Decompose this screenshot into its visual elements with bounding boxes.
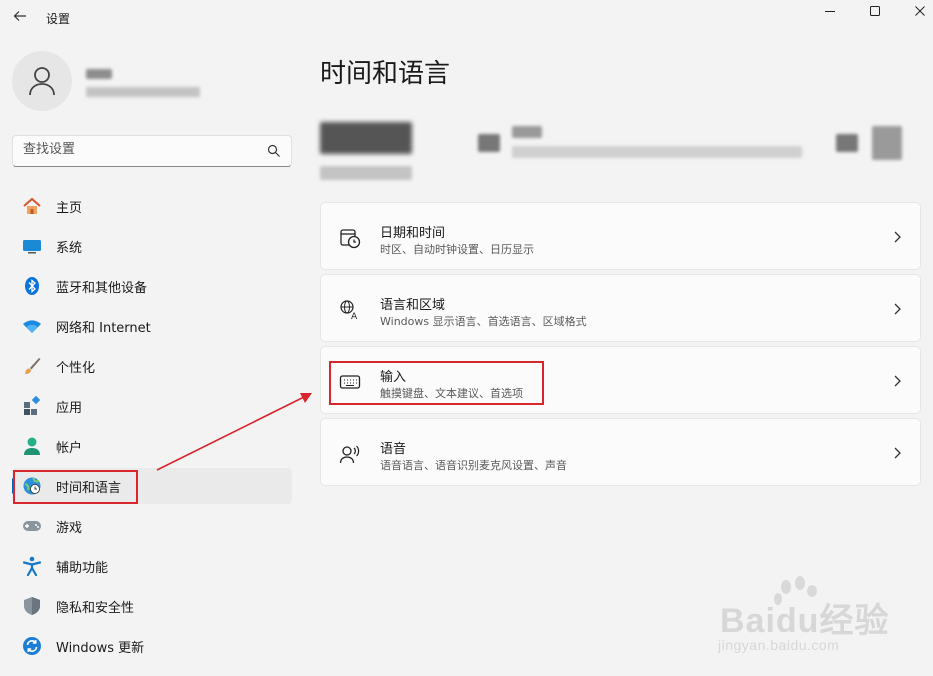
- minimize-button[interactable]: [807, 0, 853, 22]
- wifi-icon: [23, 320, 41, 333]
- card-title: 语音: [380, 442, 407, 457]
- watermark-brand: Baidu经验: [720, 602, 890, 640]
- system-icon: [23, 240, 41, 254]
- annotation-box-typing: [329, 361, 544, 405]
- language-icon: A: [340, 300, 358, 321]
- sidebar-nav: 主页 系统 蓝牙和其他设备 网络和 Internet 个性化 应用 帐户 时间和…: [12, 188, 292, 668]
- sidebar-item-gaming[interactable]: 游戏: [12, 508, 292, 544]
- account-icon: [24, 437, 40, 455]
- card-title: 日期和时间: [380, 226, 446, 241]
- chevron-right-icon: [894, 231, 901, 243]
- sidebar-item-label: 游戏: [56, 520, 83, 536]
- sidebar-item-network[interactable]: 网络和 Internet: [12, 308, 292, 344]
- sidebar-item-accessibility[interactable]: 辅助功能: [12, 548, 292, 584]
- card-subtitle: 时区、自动时钟设置、日历显示: [380, 243, 534, 256]
- card-subtitle: 语音语言、语音识别麦克风设置、声音: [380, 459, 567, 472]
- person-icon: [29, 67, 55, 96]
- card-speech[interactable]: 语音 语音语言、语音识别麦克风设置、声音: [320, 418, 921, 486]
- sidebar-item-label: 辅助功能: [56, 560, 109, 576]
- accessibility-icon: [22, 556, 42, 576]
- gamepad-icon: [23, 521, 41, 531]
- sidebar-item-label: 蓝牙和其他设备: [56, 280, 148, 296]
- sidebar-item-label: 网络和 Internet: [56, 320, 151, 336]
- close-button[interactable]: [897, 0, 933, 22]
- speech-icon: [339, 445, 360, 464]
- search-box[interactable]: [12, 135, 292, 167]
- baidu-watermark: Baidu经验 jingyan.baidu.com: [714, 575, 914, 665]
- annotation-box-sidebar: [13, 470, 138, 504]
- minimize-icon: [825, 11, 835, 12]
- maximize-icon: [870, 6, 880, 16]
- brush-icon: [25, 358, 41, 374]
- card-title: 语言和区域: [380, 298, 446, 313]
- chevron-right-icon: [894, 447, 901, 459]
- sidebar-item-home[interactable]: 主页: [12, 188, 292, 224]
- maximize-button[interactable]: [852, 0, 898, 22]
- avatar[interactable]: [12, 51, 72, 111]
- home-icon: [23, 197, 41, 214]
- sidebar-item-label: Windows 更新: [56, 640, 145, 656]
- card-date-time[interactable]: 日期和时间 时区、自动时钟设置、日历显示: [320, 202, 921, 270]
- calendar-clock-icon: [340, 229, 361, 249]
- sidebar-item-accounts[interactable]: 帐户: [12, 428, 292, 464]
- sidebar-item-label: 个性化: [56, 360, 96, 376]
- card-language-region[interactable]: A 语言和区域 Windows 显示语言、首选语言、区域格式: [320, 274, 921, 342]
- sidebar-item-apps[interactable]: 应用: [12, 388, 292, 424]
- search-input[interactable]: [23, 142, 253, 157]
- back-arrow-icon: [13, 11, 26, 21]
- chevron-right-icon: [894, 303, 901, 315]
- bluetooth-icon: [25, 277, 39, 295]
- page-title: 时间和语言: [320, 59, 451, 89]
- settings-cards: 日期和时间 时区、自动时钟设置、日历显示 A 语言和区域 Windows 显示语…: [320, 202, 921, 490]
- close-icon: [915, 6, 925, 16]
- card-subtitle: Windows 显示语言、首选语言、区域格式: [380, 315, 587, 328]
- svg-text:A: A: [351, 312, 358, 321]
- apps-icon: [24, 396, 41, 415]
- blurred-username: [86, 69, 112, 79]
- sidebar-item-label: 隐私和安全性: [56, 600, 135, 616]
- sidebar-item-bluetooth[interactable]: 蓝牙和其他设备: [12, 268, 292, 304]
- sidebar-item-privacy[interactable]: 隐私和安全性: [12, 588, 292, 624]
- watermark-url: jingyan.baidu.com: [718, 637, 840, 653]
- chevron-right-icon: [894, 375, 901, 387]
- shield-icon: [24, 597, 40, 615]
- update-icon: [23, 637, 41, 655]
- sidebar-item-windows-update[interactable]: Windows 更新: [12, 628, 292, 664]
- app-title: 设置: [46, 12, 71, 26]
- sidebar-item-label: 主页: [56, 200, 83, 216]
- blurred-email: [86, 87, 200, 97]
- sidebar-item-label: 应用: [56, 400, 83, 416]
- back-button[interactable]: [10, 8, 30, 28]
- sidebar-item-personalization[interactable]: 个性化: [12, 348, 292, 384]
- sidebar-item-label: 系统: [56, 240, 83, 256]
- search-icon[interactable]: [267, 144, 281, 158]
- title-bar: 设置: [0, 0, 933, 36]
- user-profile[interactable]: [12, 51, 302, 113]
- sidebar-item-system[interactable]: 系统: [12, 228, 292, 264]
- sidebar-item-label: 帐户: [56, 440, 83, 456]
